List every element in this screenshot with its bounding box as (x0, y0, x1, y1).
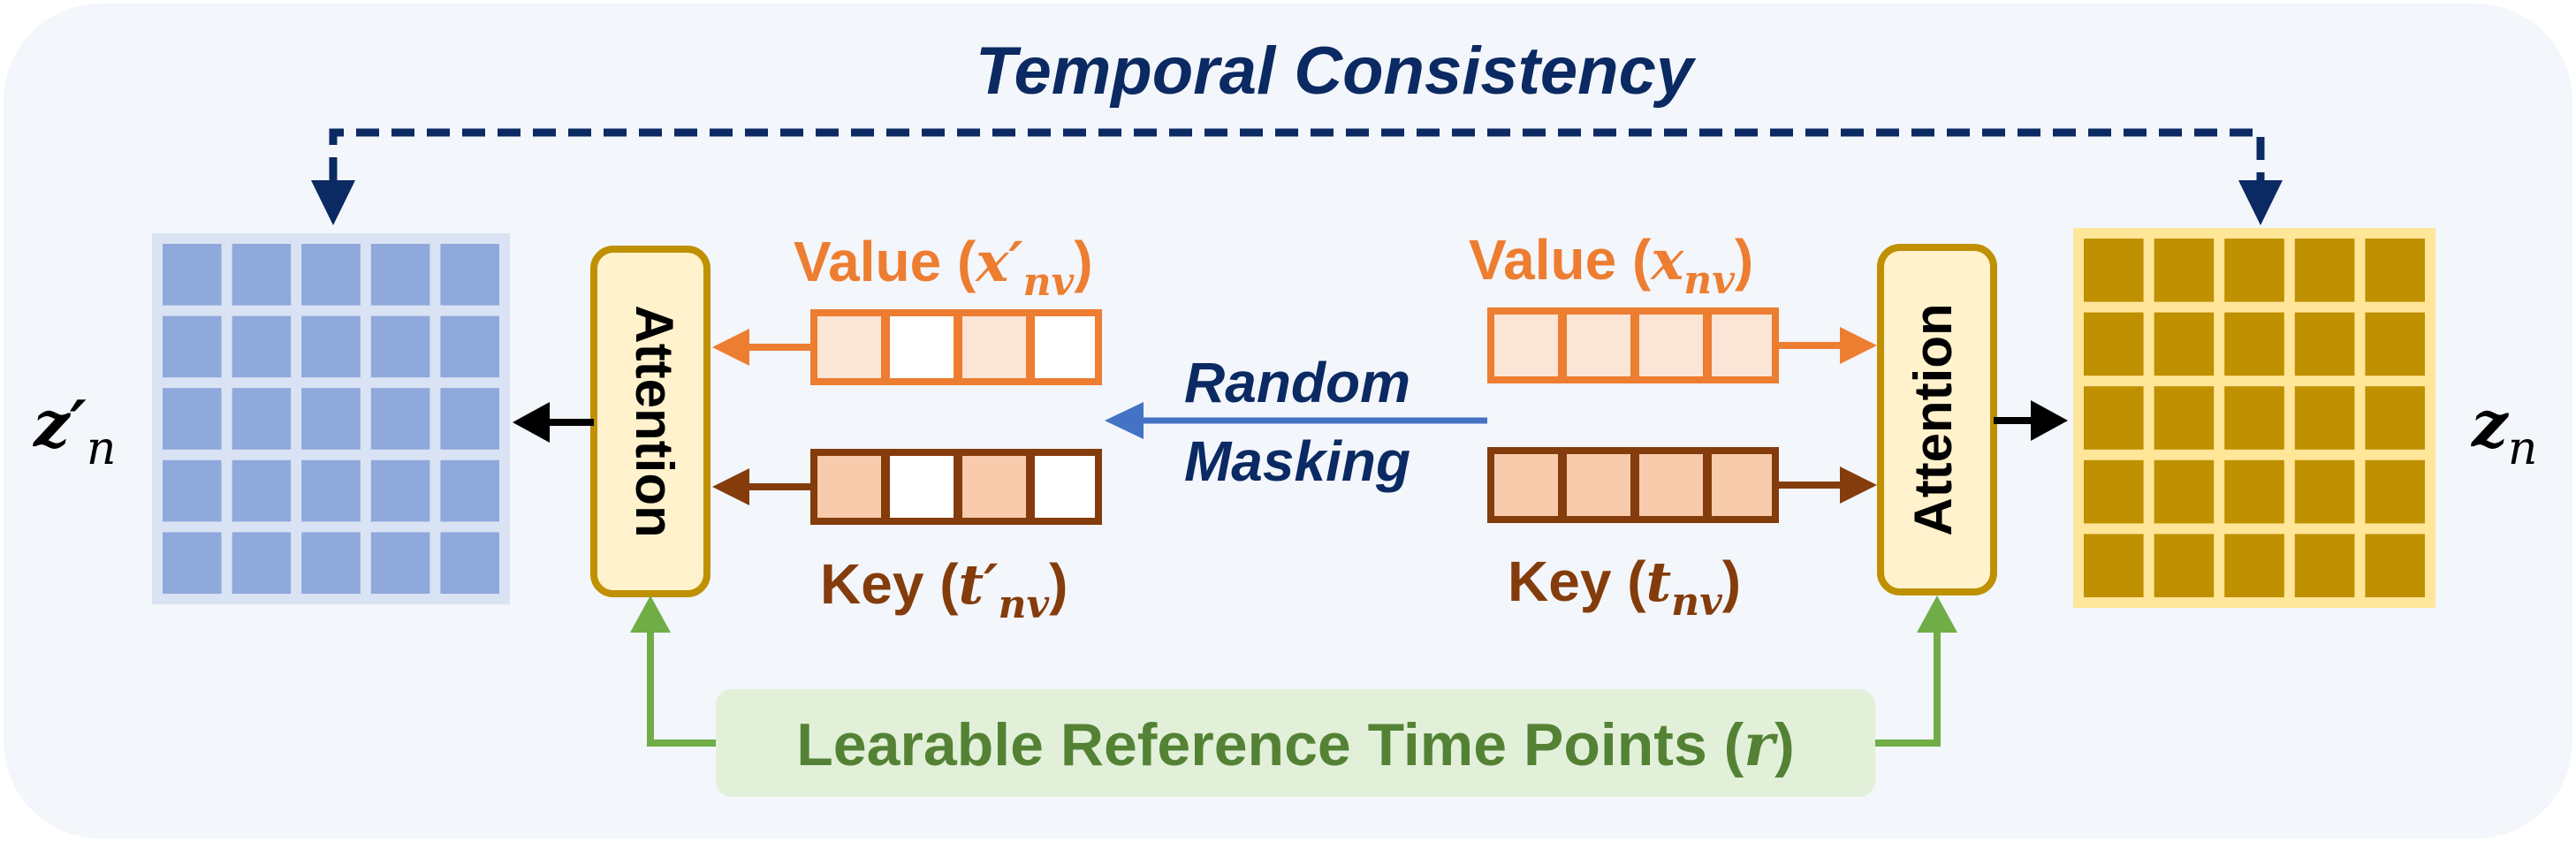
left-key-close-paren: ) (1049, 552, 1068, 616)
right-grid-cell (2084, 386, 2144, 450)
left-grid-cell (232, 315, 292, 378)
right-grid-cell (2224, 312, 2284, 376)
left-grid-cell (163, 459, 222, 522)
right-key-vector (1487, 447, 1779, 523)
right-grid-cell (2224, 386, 2284, 450)
right-grid-cell (2365, 459, 2425, 524)
right-key-subscript: nv (1671, 580, 1722, 625)
right-grid-cell (2084, 312, 2144, 376)
right-output-grid (2073, 228, 2435, 608)
right-grid-cell (2154, 239, 2215, 302)
reference-time-points-label: Learable Reference Time Points (r) (796, 710, 1794, 779)
left-grid-cell (370, 244, 430, 306)
left-key-subscript: nv (999, 582, 1050, 627)
right-grid-cell (2224, 459, 2284, 524)
right-grid-cell (2154, 386, 2215, 450)
left-output-grid (152, 233, 510, 604)
right-grid-cell (2154, 534, 2215, 597)
left-grid-cell (232, 459, 292, 522)
left-key-label-text: Key ( (820, 552, 959, 616)
left-key-vector (810, 449, 1102, 525)
random-masking-line2: Masking (1184, 429, 1410, 493)
right-attention-label: Attention (1904, 303, 1963, 535)
left-value-subscript: nv (1023, 260, 1075, 305)
right-grid-cell (2154, 459, 2215, 524)
right-value-close-paren: ) (1735, 228, 1753, 292)
right-grid-cell (2294, 312, 2355, 376)
left-value-close-paren: ) (1074, 230, 1092, 293)
right-grid-cell (2365, 239, 2425, 302)
left-grid-cell (440, 388, 499, 450)
right-grid-cell (2084, 534, 2144, 597)
reference-time-points-box: Learable Reference Time Points (r) (716, 689, 1875, 797)
random-masking-line1: Random (1184, 351, 1410, 414)
left-grid-cell (232, 244, 292, 306)
left-output-var: z′ (32, 386, 87, 461)
right-key-var: t (1646, 550, 1672, 614)
left-grid-cell (163, 244, 222, 306)
left-attention-block: Attention (590, 246, 710, 597)
left-grid-cell (301, 315, 361, 378)
title-temporal-consistency: Temporal Consistency (976, 34, 1697, 109)
right-grid-cell (2224, 534, 2284, 597)
right-grid-cell (2224, 239, 2284, 302)
right-grid-cell (2084, 239, 2144, 302)
left-output-subscript: n (87, 422, 117, 475)
right-grid-cell (2294, 459, 2355, 524)
right-grid-cell (2154, 312, 2215, 376)
diagram-canvas: Temporal Consistency z′n zn Attention At… (0, 0, 2576, 842)
left-grid-cell (370, 388, 430, 450)
right-attention-block: Attention (1877, 244, 1997, 595)
right-grid-cell (2294, 239, 2355, 302)
right-grid-cell (2294, 386, 2355, 450)
left-grid-cell (440, 532, 499, 594)
right-grid-cell (2294, 534, 2355, 597)
right-value-vector (1487, 307, 1779, 383)
left-grid-cell (232, 388, 292, 450)
left-attention-label: Attention (625, 305, 684, 537)
left-grid-cell (370, 532, 430, 594)
left-value-vector (810, 309, 1102, 385)
left-grid-cell (370, 315, 430, 378)
left-grid-cell (440, 244, 499, 306)
reference-var: r (1744, 710, 1778, 779)
right-output-var: z (2470, 386, 2510, 461)
left-grid-cell (163, 532, 222, 594)
left-value-label-text: Value ( (794, 230, 976, 293)
diagram-svg: Temporal Consistency z′n zn Attention At… (4, 4, 2572, 838)
right-value-subscript: nv (1683, 258, 1735, 303)
reference-label-text: Learable Reference Time Points ( (796, 711, 1744, 778)
left-grid-cell (163, 315, 222, 378)
left-grid-cell (163, 388, 222, 450)
left-grid-cell (301, 388, 361, 450)
right-value-var: x (1649, 228, 1684, 292)
right-grid-cell (2365, 312, 2425, 376)
left-grid-cell (301, 532, 361, 594)
right-output-subscript: n (2508, 422, 2538, 475)
left-grid-cell (370, 459, 430, 522)
left-grid-cell (232, 532, 292, 594)
right-key-close-paren: ) (1722, 550, 1741, 613)
left-value-var: x′ (974, 230, 1022, 294)
left-grid-cell (301, 244, 361, 306)
right-value-label-text: Value ( (1469, 228, 1652, 292)
right-grid-cell (2365, 534, 2425, 597)
right-grid-cell (2365, 386, 2425, 450)
right-key-label-text: Key ( (1508, 550, 1646, 613)
left-grid-cell (301, 459, 361, 522)
reference-close-paren: ) (1774, 711, 1795, 778)
left-grid-cell (440, 315, 499, 378)
right-grid-cell (2084, 459, 2144, 524)
left-key-var: t′ (959, 552, 999, 617)
left-grid-cell (440, 459, 499, 522)
